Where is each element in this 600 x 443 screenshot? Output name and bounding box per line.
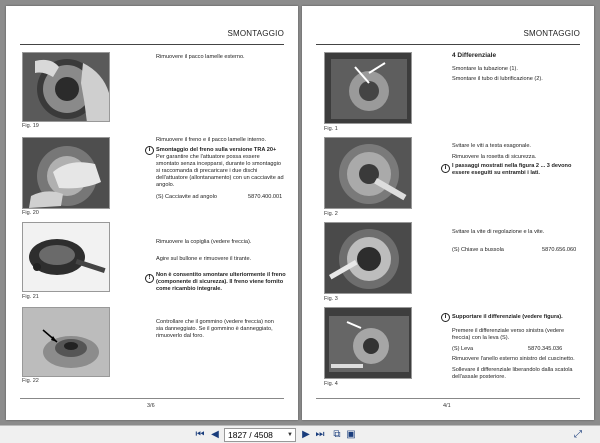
tool-label: (S) Chiave a bussola: [452, 247, 504, 253]
tool-code: 5870.345.036: [528, 346, 563, 352]
photo-fig-22: [22, 307, 110, 377]
footer-divider: [20, 398, 284, 399]
fig-1-text-1: Smontare la tubazione (1).: [452, 66, 518, 72]
fig-4-text-5: dell'assale posteriore.: [452, 374, 506, 380]
fig-4-caption: Fig. 4: [324, 381, 338, 387]
fig-21-caption: Fig. 21: [22, 294, 39, 300]
chevron-down-icon[interactable]: ▼: [287, 429, 293, 441]
photo-fig-21: [22, 222, 110, 292]
section-title: 4 Differenziale: [452, 52, 497, 59]
fig-4-text-3: Rimuovere l'anello esterno sinistro del …: [452, 356, 575, 362]
document-viewer: SMONTAGGIO Fig. 19 Rimuovere il pacco la…: [0, 0, 600, 443]
copy-page-icon[interactable]: ⧉: [331, 428, 343, 442]
fig-2-text-1: Svitare le viti a testa esagonale.: [452, 143, 531, 149]
last-page-icon[interactable]: ⏭: [314, 428, 326, 442]
fig-22-text-3: rimuoverlo dal foro.: [156, 333, 204, 339]
fig-4-bold: Supportare il differenziale (vedere figu…: [452, 314, 563, 320]
fig-2-caption: Fig. 2: [324, 211, 338, 217]
header-divider: [20, 44, 284, 45]
fig-19-caption: Fig. 19: [22, 123, 39, 129]
fig-21-text-1: Rimuovere la copiglia (vedere freccia).: [156, 239, 252, 245]
fig-20-text-1: Rimuovere il freno e il pacco lamelle in…: [156, 137, 267, 143]
fig-20-text-2e: angolo.: [156, 182, 175, 188]
fullscreen-icon[interactable]: ⤢: [572, 428, 584, 442]
photo-fig-20: [22, 137, 110, 209]
header-divider: [316, 44, 580, 45]
footer-divider: [316, 398, 580, 399]
fig-2-bold-2: essere eseguiti su entrambi i lati.: [452, 170, 540, 176]
warning-icon: !: [145, 274, 154, 283]
photo-fig-19: [22, 52, 110, 122]
photo-fig-4: [324, 307, 412, 379]
hex-screws-photo: [325, 138, 411, 208]
fig-4-text-1: Premere il differenziale verso sinistra …: [452, 328, 565, 334]
fig-4-text-4: Sollevare il differenziale liberandolo d…: [452, 367, 573, 373]
page-header: SMONTAGGIO: [227, 29, 284, 38]
fig-20-text-2a: Per garantire che l'attuatore possa esse…: [156, 154, 260, 160]
brake-disc-photo: [23, 53, 109, 121]
fig-22-text-2: sia danneggiato. Se il gommino è dannegg…: [156, 326, 273, 332]
fig-21-warn-3: come ricambio integrale.: [156, 286, 222, 292]
fig-1-caption: Fig. 1: [324, 126, 338, 132]
fig-21-warn-2: (componente di sicurezza). Il freno vien…: [156, 279, 284, 285]
page-number: 4/1: [443, 403, 451, 409]
next-page-icon[interactable]: ▶: [300, 428, 312, 442]
right-page: SMONTAGGIO Fig. 1 4 Differenziale Smonta…: [302, 6, 594, 420]
differential-lever-photo: [325, 308, 411, 378]
tool-label: (S) Leva: [452, 346, 474, 352]
photo-fig-3: [324, 222, 412, 294]
info-icon: i: [145, 146, 154, 155]
fig-3-caption: Fig. 3: [324, 296, 338, 302]
differential-pipe-photo: [325, 53, 411, 123]
tool-label: (S) Cacciavite ad angolo: [156, 194, 217, 200]
two-page-view-icon[interactable]: ▣: [345, 428, 357, 442]
tool-code: 5870.656.060: [542, 247, 577, 253]
fig-20-bold: Smontaggio del freno sulla versione TRA …: [156, 147, 277, 153]
fig-20-text-2b: smontato senza incepparsi, durante lo sm…: [156, 161, 282, 167]
viewer-toolbar: ⏮ ◀ 1827 / 4508 ▼ ▶ ⏭ ⧉ ▣ ⤢: [0, 425, 600, 443]
tie-rod-photo: [23, 223, 109, 291]
info-icon: i: [441, 313, 450, 322]
info-icon: i: [441, 164, 450, 173]
fig-22-text-1: Controllare che il gommino (vedere frecc…: [156, 319, 274, 325]
previous-page-icon[interactable]: ◀: [209, 428, 221, 442]
fig-20-caption: Fig. 20: [22, 210, 39, 216]
fig-2-text-2: Rimuovere la rosetta di sicurezza.: [452, 154, 537, 160]
fig-22-caption: Fig. 22: [22, 378, 39, 384]
adjusting-screw-photo: [325, 223, 411, 293]
page-number: 3/6: [147, 403, 155, 409]
brake-removal-photo: [23, 138, 109, 208]
photo-fig-2: [324, 137, 412, 209]
left-page: SMONTAGGIO Fig. 19 Rimuovere il pacco la…: [6, 6, 298, 420]
fig-1-text-2: Smontare il tubo di lubrificazione (2).: [452, 76, 543, 82]
fig-3-text-1: Svitare la vite di regolazione e la vite…: [452, 229, 545, 235]
fig-21-text-2: Agire sul bullone e rimuovere il tirante…: [156, 256, 252, 262]
fig-4-text-2: freccia) con la leva (S).: [452, 335, 510, 341]
page-number-input[interactable]: 1827 / 4508 ▼: [224, 428, 296, 442]
fig-2-bold-1: I passaggi mostrati nella figura 2 ... 3…: [452, 163, 572, 169]
photo-fig-1: [324, 52, 412, 124]
fig-21-warn-1: Non è consentito smontare ulteriormente …: [156, 272, 286, 278]
rubber-plug-photo: [23, 308, 109, 376]
page-header: SMONTAGGIO: [523, 29, 580, 38]
fig-20-text-2d: dell'attuatore (allontanamento) con un c…: [156, 175, 284, 181]
page-indicator: 1827 / 4508: [228, 430, 273, 440]
first-page-icon[interactable]: ⏮: [194, 428, 206, 442]
tool-code: 5870.400.001: [248, 194, 283, 200]
fig-20-text-2c: si raccomanda di precaricare i due disch…: [156, 168, 258, 174]
fig-19-text: Rimuovere il pacco lamelle esterno.: [156, 54, 245, 60]
